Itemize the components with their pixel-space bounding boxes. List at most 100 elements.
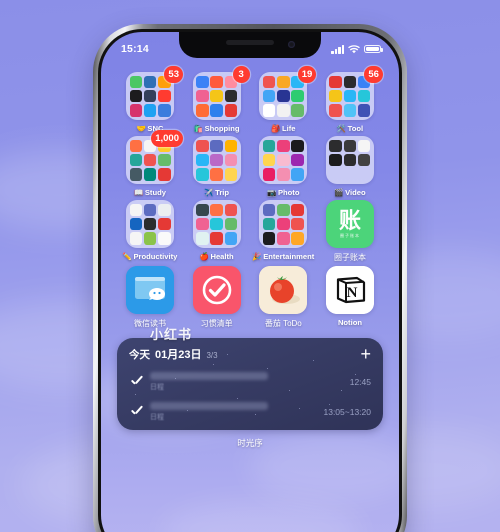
folder-life[interactable]: 19 🎒 Life [256,66,317,133]
task-body: 日程 [150,402,323,422]
wifi-icon [348,44,360,53]
folder-mini-app-icon [196,232,209,245]
folder-snc[interactable]: 53 🤝 SNC [123,66,183,133]
folder-mini-app-icon [262,104,276,117]
folder-mini-app-icon [344,168,356,180]
app-todo[interactable]: 番茄 ToDo [256,266,310,329]
folder-mini-app-icon [329,153,342,167]
folder-productivity[interactable]: ✏️ Productivity [123,200,177,263]
folder-icon[interactable] [192,200,241,248]
label-text: Shopping [204,124,240,133]
icon-row: 1,000 📖 Study ✈️ Trip 📷 Photo 🎬 Video [123,130,377,197]
folder-mini-app-icon [358,89,371,103]
folder-mini-app-icon [158,104,171,117]
label-emoji-icon: 🍎 [199,252,209,261]
folder-mini-app-icon [329,168,341,180]
folder-tool[interactable]: 56 🛠️ Tool [323,66,383,133]
folder-mini-app-icon [291,89,304,103]
status-bar-time: 15:14 [121,43,149,55]
folder-mini-app-icon [262,139,276,152]
app-[interactable]: 账圈子账本 圈子账本 [323,200,377,263]
folder-mini-app-icon [277,139,290,152]
folder-shopping[interactable]: 3 🛍️ Shopping [190,66,250,133]
folder-study[interactable]: 1,000 📖 Study [123,130,183,197]
folder-mini-app-icon [210,168,223,181]
icon-row: 微信读书习惯清单 番茄 ToDo N Notion [123,266,377,329]
widget-add-task-button[interactable]: + [360,345,371,363]
folder-mini-app-icon [291,153,304,167]
label-text: Health [210,252,234,261]
app-icon[interactable]: 账圈子账本 [325,200,374,248]
label-text: Video [345,188,366,197]
folder-mini-app-icon [210,75,223,88]
status-bar-indicators [331,44,383,54]
cellular-bars-icon [331,44,344,54]
folder-mini-app-icon [224,104,238,117]
folder-label: 🎉 Entertainment [252,252,314,261]
folder-mini-app-icon [291,217,304,231]
folder-mini-app-icon [196,153,209,167]
svg-text:N: N [347,285,358,301]
folder-mini-app-icon [129,75,142,88]
folder-icon[interactable] [126,200,174,248]
folder-mini-app-icon [224,139,238,152]
folder-label: 🎬 Video [334,188,365,197]
label-emoji-icon: 🛠️ [336,124,347,133]
app-label: 习惯清单 [201,318,233,329]
app-[interactable]: 微信读书 [123,266,177,329]
folder-photo[interactable]: 📷 Photo [256,136,310,197]
folder-mini-app-icon [329,89,342,103]
notion-icon[interactable]: N [325,266,374,314]
app-notion[interactable]: N Notion [323,266,377,329]
folder-mini-app-icon [262,168,276,181]
folder-mini-app-icon [210,139,223,152]
app-[interactable]: 习惯清单 [190,266,244,329]
task-time-label: 12:45 [349,377,371,387]
widget-task-row[interactable]: 日程 12:45 [129,372,371,392]
label-emoji-icon: ✏️ [122,252,132,261]
folder-entertainment[interactable]: 🎉 Entertainment [252,200,314,263]
folder-mini-app-icon [277,89,290,103]
wechat-reading-icon[interactable] [126,266,174,314]
widget-star [237,398,238,399]
folder-trip[interactable]: ✈️ Trip [190,136,244,197]
shiguangxu-schedule-widget[interactable]: 今天 01月23日 3/3 + 日程 12:45 日程 13:05~13:20 [117,338,383,430]
habit-checklist-icon[interactable] [192,266,241,314]
icon-rows: 53 🤝 SNC 3 🛍️ Shopping 19 🎒 Life 56 🛠️ Tool 1,000 📖 St… [123,66,383,329]
task-check-icon[interactable] [129,405,143,419]
folder-health[interactable]: 🍎 Health [190,200,244,263]
tomato-todo-icon[interactable] [259,266,308,314]
folder-mini-app-icon [277,168,290,181]
folder-label: 📷 Photo [267,188,299,197]
folder-mini-app-icon [329,104,342,117]
folder-icon[interactable] [259,200,308,248]
folder-mini-app-icon [196,89,209,103]
widget-task-row[interactable]: 日程 13:05~13:20 [129,402,371,422]
label-emoji-icon: 🎬 [334,188,344,197]
folder-video[interactable]: 🎬 Video [323,136,377,197]
notification-badge: 1,000 [151,130,183,147]
label-text: 圈子账本 [333,253,366,262]
label-emoji-icon: 📖 [134,188,144,197]
folder-label: 🎒 Life [271,124,295,133]
app-label: 圈子账本 [334,252,366,263]
phone-bezel: 15:14 53 🤝 SNC 3 🛍️ Shopping 19 🎒 Life 56 🛠️ Tool 1,… [98,29,402,532]
watermark-label: 小红书 [150,327,193,342]
folder-mini-app-icon [277,104,290,117]
task-check-icon[interactable] [129,375,143,389]
folder-icon[interactable] [192,136,241,184]
task-body: 日程 [150,372,350,392]
folder-mini-app-icon [224,89,238,103]
widget-container: 今天 01月23日 3/3 + 日程 12:45 日程 13:05~13:20 时光序 [117,338,383,449]
folder-mini-app-icon [277,203,290,216]
folder-mini-app-icon [129,104,142,117]
task-category-label: 日程 [150,414,164,421]
widget-star [135,394,136,395]
icon-row: 53 🤝 SNC 3 🛍️ Shopping 19 🎒 Life 56 🛠️ Tool [123,66,383,133]
label-emoji-icon: 🎒 [271,124,281,133]
folder-mini-app-icon [129,232,142,245]
folder-icon[interactable] [325,136,374,184]
widget-task-count: 3/3 [206,351,218,360]
folder-icon[interactable] [259,136,308,184]
folder-mini-app-icon [277,232,290,245]
